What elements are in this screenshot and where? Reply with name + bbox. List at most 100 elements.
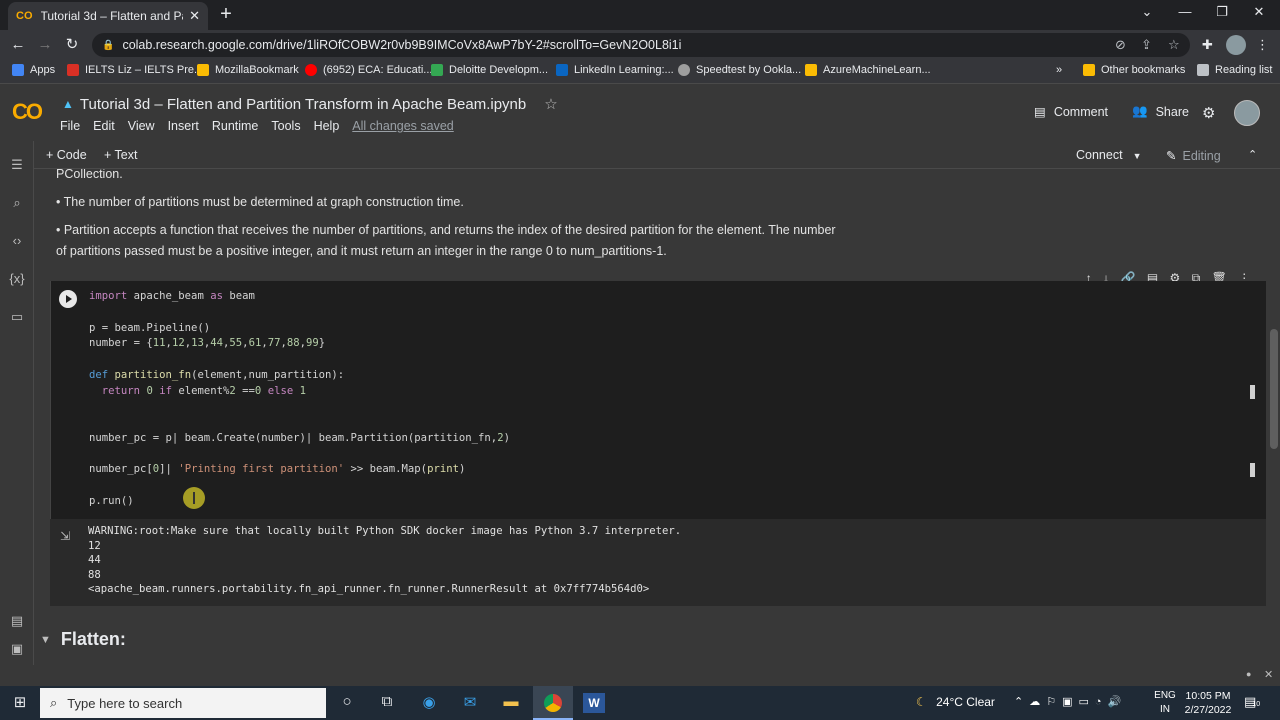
bookmark-mozilla[interactable]: MozillaBookmark (197, 64, 299, 76)
comment-button[interactable]: ▤ Comment (1034, 104, 1108, 120)
bookmark-star-icon[interactable]: ☆ (1168, 37, 1180, 53)
code-cell[interactable]: import apache_beam as beam p = beam.Pipe… (50, 281, 1266, 519)
back-icon[interactable]: ← (7, 34, 29, 56)
input-language[interactable]: ENG IN (1152, 689, 1178, 717)
code-line[interactable]: import apache_beam as beam (89, 290, 255, 302)
star-icon[interactable]: ☆ (544, 95, 557, 113)
save-status[interactable]: All changes saved (352, 119, 453, 133)
browser-tab-active[interactable]: CO Tutorial 3d – Flatten and Partitio ✕ (8, 2, 208, 30)
colab-logo[interactable]: CO (12, 99, 43, 125)
code-line[interactable]: p = beam.Pipeline() (89, 322, 210, 334)
add-text-button[interactable]: + Text (104, 148, 137, 162)
edge-icon[interactable]: ◉ (418, 693, 440, 713)
pencil-icon: ✎ (1166, 149, 1177, 163)
menu-insert[interactable]: Insert (168, 119, 199, 133)
share-button[interactable]: 👥 Share (1132, 104, 1189, 119)
code-line[interactable]: p.run() (89, 495, 134, 507)
code-line[interactable]: number_pc[0]| 'Printing first partition'… (89, 463, 465, 475)
search-icon[interactable]: ⌕ (8, 195, 26, 211)
status-strip: ● ✕ (0, 665, 1280, 686)
bookmark-azure[interactable]: AzureMachineLearn... (805, 64, 931, 76)
status-dot-icon: ● (1246, 669, 1252, 679)
code-line[interactable]: number_pc = p| beam.Create(number)| beam… (89, 432, 510, 444)
extensions-icon[interactable]: ✚ (1202, 37, 1213, 53)
text-cell-line: of partitions passed must be a positive … (56, 244, 667, 258)
terminal-icon[interactable]: ▣ (8, 641, 26, 657)
collapse-header-icon[interactable]: ⌃ (1248, 148, 1257, 161)
output-line: <apache_beam.runners.portability.fn_api_… (88, 583, 650, 595)
weather-widget[interactable]: ☾ 24°C Clear (916, 695, 995, 709)
system-tray-icons[interactable]: ⌃☁⚐▣▭◔🔊 (1014, 695, 1127, 708)
scroll-marker (1250, 463, 1255, 477)
notebook-title[interactable]: Tutorial 3d – Flatten and Partition Tran… (80, 96, 526, 113)
code-snippets-icon[interactable]: ‹› (8, 233, 26, 248)
bookmark-linkedin[interactable]: LinkedIn Learning:... (556, 64, 674, 76)
search-icon: ⌕ (50, 695, 58, 710)
maximize-icon[interactable]: ❐ (1207, 4, 1237, 20)
text-cell-line: • The number of partitions must be deter… (56, 195, 464, 209)
bookmark-reading-list[interactable]: Reading list (1197, 64, 1272, 76)
windows-start-icon[interactable]: ⊞ (9, 693, 31, 713)
taskbar-search-box[interactable]: ⌕ Type here to search (40, 688, 326, 718)
bookmark-apps[interactable]: Apps (12, 64, 55, 76)
notifications-icon[interactable]: ▤10 (1244, 694, 1260, 710)
bookmark-speedtest[interactable]: Speedtest by Ookla... (678, 64, 801, 76)
speedtest-icon (678, 64, 690, 76)
tracking-off-icon[interactable]: ⊘ (1115, 37, 1126, 53)
browser-menu-icon[interactable]: ⋮ (1256, 37, 1269, 53)
run-cell-button[interactable] (59, 290, 77, 308)
bookmark-other[interactable]: Other bookmarks (1083, 64, 1185, 76)
scrollbar-thumb[interactable] (1270, 329, 1278, 449)
tab-search-icon[interactable]: ⌄ (1132, 4, 1162, 20)
section-heading-flatten[interactable]: ▼ Flatten: (40, 629, 126, 650)
add-code-button[interactable]: + Code (46, 148, 87, 162)
bookmarks-overflow-button[interactable]: » (1056, 64, 1062, 76)
share-url-icon[interactable]: ⇪ (1141, 37, 1152, 53)
menu-tools[interactable]: Tools (271, 119, 300, 133)
code-line[interactable]: number = {11,12,13,44,55,61,77,88,99} (89, 337, 325, 349)
user-avatar[interactable] (1234, 100, 1260, 126)
reload-icon[interactable]: ↻ (61, 34, 83, 56)
connect-button[interactable]: Connect ▼ (1076, 148, 1141, 162)
chrome-taskbar-button[interactable] (533, 686, 573, 720)
file-explorer-icon[interactable]: ▬ (500, 693, 522, 713)
menu-edit[interactable]: Edit (93, 119, 115, 133)
output-line: 44 (88, 554, 101, 566)
minimize-icon[interactable]: — (1170, 4, 1200, 19)
menu-help[interactable]: Help (314, 119, 340, 133)
files-folder-icon[interactable]: ▭ (8, 309, 26, 325)
menu-view[interactable]: View (128, 119, 155, 133)
menu-runtime[interactable]: Runtime (212, 119, 259, 133)
command-palette-icon[interactable]: ▤ (8, 613, 26, 629)
task-view-icon[interactable]: ⧉ (376, 693, 398, 713)
browser-nav-bar: ← → ↻ 🔒 colab.research.google.com/drive/… (0, 30, 1280, 59)
tab-title: Tutorial 3d – Flatten and Partitio (40, 9, 184, 23)
menu-file[interactable]: File (60, 119, 80, 133)
clear-output-icon[interactable]: ⇲ (60, 529, 70, 543)
collapse-caret-icon[interactable]: ▼ (40, 634, 51, 646)
bookmark-deloitte[interactable]: Deloitte Developm... (431, 64, 548, 76)
settings-gear-icon[interactable]: ⚙ (1202, 104, 1215, 122)
word-icon[interactable]: W (583, 693, 605, 713)
forward-icon[interactable]: → (34, 34, 56, 56)
text-cell-line: • Partition accepts a function that rece… (56, 223, 836, 237)
mail-icon[interactable]: ✉ (459, 693, 481, 713)
vertical-scrollbar[interactable] (1268, 169, 1280, 665)
code-line[interactable]: return 0 if element%2 ==0 else 1 (89, 385, 306, 397)
close-window-icon[interactable]: ✕ (1244, 4, 1274, 20)
variables-icon[interactable]: {x} (8, 271, 26, 286)
new-tab-button[interactable]: + (216, 4, 236, 24)
people-icon: 👥 (1132, 104, 1148, 118)
profile-avatar[interactable] (1226, 35, 1246, 55)
bookmark-youtube[interactable]: (6952) ECA: Educati... (305, 64, 432, 76)
taskbar-clock[interactable]: 10:05 PM 2/27/2022 (1176, 689, 1240, 717)
address-bar[interactable]: 🔒 colab.research.google.com/drive/1liROf… (92, 33, 1190, 57)
editing-mode-button[interactable]: ✎ Editing (1166, 148, 1221, 163)
cortana-icon[interactable]: ○ (336, 693, 358, 713)
table-of-contents-icon[interactable]: ☰ (8, 157, 26, 173)
bookmark-ielts[interactable]: IELTS Liz – IELTS Pre... (67, 64, 203, 76)
scroll-marker (1250, 385, 1255, 399)
close-panel-icon[interactable]: ✕ (1264, 668, 1273, 681)
tab-close-icon[interactable]: ✕ (189, 8, 200, 24)
code-line[interactable]: def partition_fn(element,num_partition): (89, 369, 344, 381)
